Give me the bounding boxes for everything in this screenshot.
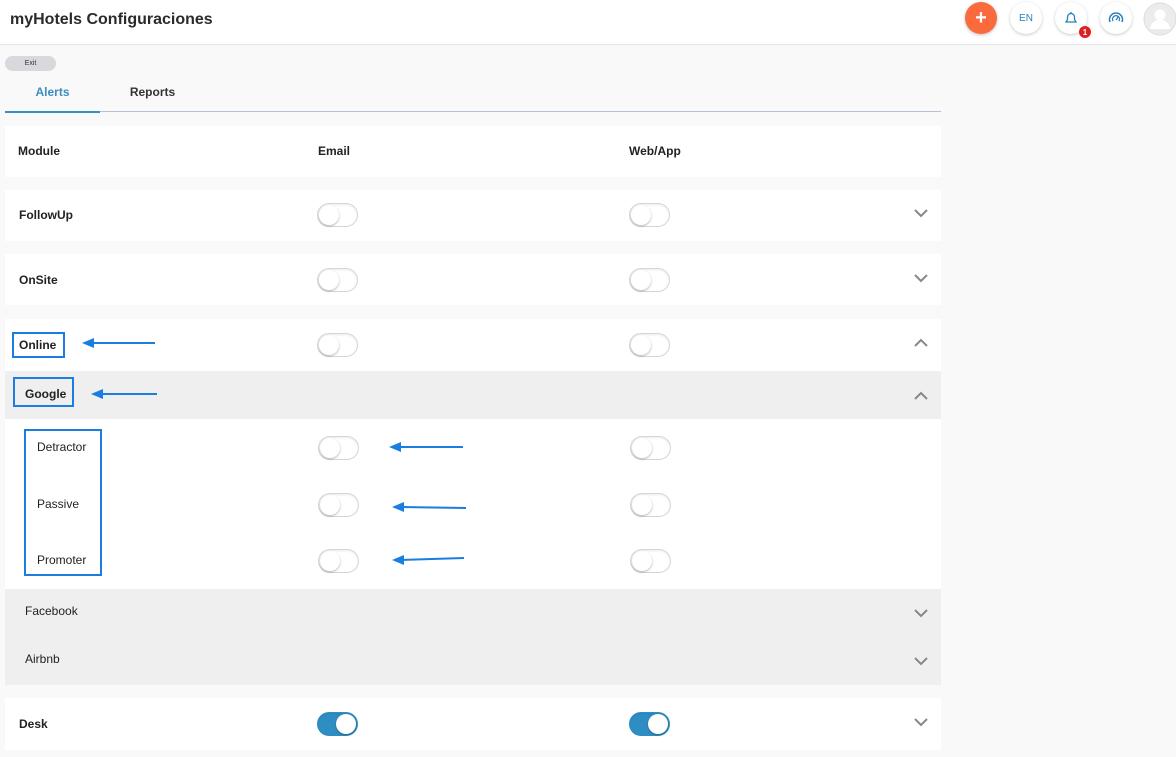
language-label: EN: [1019, 12, 1033, 24]
module-label-desk: Desk: [19, 717, 48, 731]
annotation-arrow-icon: [82, 338, 155, 348]
gauge-icon: [1108, 12, 1124, 23]
column-header-webapp: Web/App: [629, 144, 681, 158]
annotation-box-online: [12, 332, 65, 358]
passive-webapp-toggle[interactable]: [630, 493, 671, 517]
online-email-toggle[interactable]: [317, 333, 358, 357]
table-header: Module Email Web/App: [5, 126, 941, 177]
promoter-email-toggle[interactable]: [318, 549, 359, 573]
plus-icon: +: [975, 7, 987, 29]
onsite-webapp-toggle[interactable]: [629, 268, 670, 292]
annotation-arrow-icon: [392, 502, 467, 512]
add-button[interactable]: +: [965, 2, 997, 34]
tab-reports[interactable]: Reports: [105, 72, 200, 112]
module-row-onsite: OnSite: [5, 254, 941, 305]
column-header-email: Email: [318, 144, 351, 158]
desk-email-toggle[interactable]: [317, 712, 358, 736]
google-items: Detractor Passive Promoter: [5, 419, 941, 589]
annotation-box-google: [13, 377, 74, 407]
followup-email-toggle[interactable]: [317, 203, 358, 227]
annotation-box-google-items: [24, 429, 102, 576]
chevron-up-icon[interactable]: [913, 338, 929, 348]
online-webapp-toggle[interactable]: [629, 333, 670, 357]
source-row-facebook: Facebook: [5, 589, 941, 637]
onsite-email-toggle[interactable]: [317, 268, 358, 292]
chevron-down-icon[interactable]: [913, 717, 929, 727]
user-avatar-button[interactable]: [1143, 2, 1176, 36]
promoter-webapp-toggle[interactable]: [630, 549, 671, 573]
app-title: myHotels Configuraciones: [10, 11, 213, 28]
module-label-followup: FollowUp: [19, 208, 73, 222]
source-row-airbnb: Airbnb: [5, 637, 941, 685]
notifications-button[interactable]: 1: [1055, 2, 1091, 38]
chevron-down-icon[interactable]: [913, 608, 929, 618]
source-label-airbnb: Airbnb: [25, 652, 60, 666]
chevron-down-icon[interactable]: [913, 656, 929, 666]
notification-badge: 1: [1079, 26, 1091, 38]
user-avatar-icon: [1143, 2, 1176, 36]
top-bar: myHotels Configuraciones + EN 1: [0, 0, 1176, 45]
chevron-down-icon[interactable]: [913, 208, 929, 218]
detractor-webapp-toggle[interactable]: [630, 436, 671, 460]
language-button[interactable]: EN: [1010, 2, 1042, 34]
annotation-arrow-icon: [392, 555, 465, 565]
module-row-followup: FollowUp: [5, 190, 941, 241]
column-header-module: Module: [18, 144, 60, 158]
source-label-facebook: Facebook: [25, 604, 78, 618]
tabs: Alerts Reports: [5, 72, 941, 113]
exit-button[interactable]: Exit: [5, 56, 56, 71]
chevron-down-icon[interactable]: [913, 273, 929, 283]
support-button[interactable]: [1100, 2, 1132, 34]
passive-email-toggle[interactable]: [318, 493, 359, 517]
annotation-arrow-icon: [91, 389, 157, 399]
tab-alerts[interactable]: Alerts: [5, 72, 100, 113]
bell-icon: [1064, 12, 1078, 23]
desk-webapp-toggle[interactable]: [629, 712, 670, 736]
annotation-arrow-icon: [389, 442, 463, 452]
module-row-desk: Desk: [5, 698, 941, 750]
followup-webapp-toggle[interactable]: [629, 203, 670, 227]
detractor-email-toggle[interactable]: [318, 436, 359, 460]
module-label-onsite: OnSite: [19, 273, 58, 287]
chevron-up-icon[interactable]: [913, 391, 929, 401]
